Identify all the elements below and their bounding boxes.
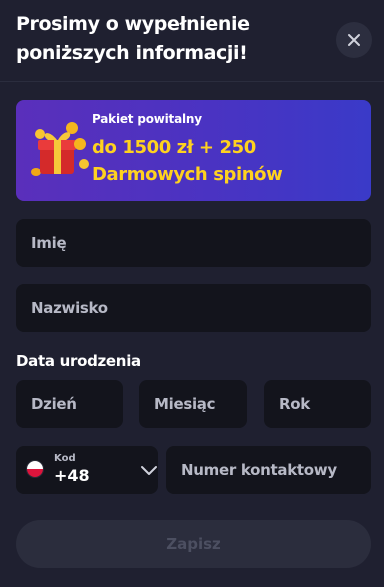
dob-year-input[interactable]: Rok — [264, 380, 371, 428]
country-code-label: Kod — [54, 453, 76, 464]
first-name-input[interactable]: Imię — [16, 219, 371, 267]
save-button[interactable]: Zapisz — [16, 520, 371, 568]
banner-headline: do 1500 zł + 250 Darmowych spinów — [92, 137, 283, 185]
gift-coins-icon — [31, 122, 89, 176]
phone-number-input[interactable]: Numer kontaktowy — [166, 446, 371, 494]
modal-header: Prosimy o wypełnienie poniższych informa… — [0, 0, 384, 82]
poland-flag-icon — [26, 460, 44, 478]
dob-label: Data urodzenia — [16, 352, 141, 370]
modal-title: Prosimy o wypełnienie poniższych informa… — [16, 13, 250, 64]
country-code-value: +48 — [54, 466, 90, 485]
welcome-bonus-banner: Pakiet powitalny do 1500 zł + 250 Darmow… — [16, 100, 371, 201]
dob-day-input[interactable]: Dzień — [16, 380, 123, 428]
last-name-input[interactable]: Nazwisko — [16, 284, 371, 332]
close-button[interactable] — [336, 22, 372, 58]
close-icon — [348, 34, 360, 46]
dob-month-input[interactable]: Miesiąc — [139, 380, 247, 428]
banner-subtitle: Pakiet powitalny — [92, 112, 202, 126]
chevron-down-icon — [141, 466, 157, 475]
country-code-select[interactable]: Kod +48 — [16, 446, 158, 494]
